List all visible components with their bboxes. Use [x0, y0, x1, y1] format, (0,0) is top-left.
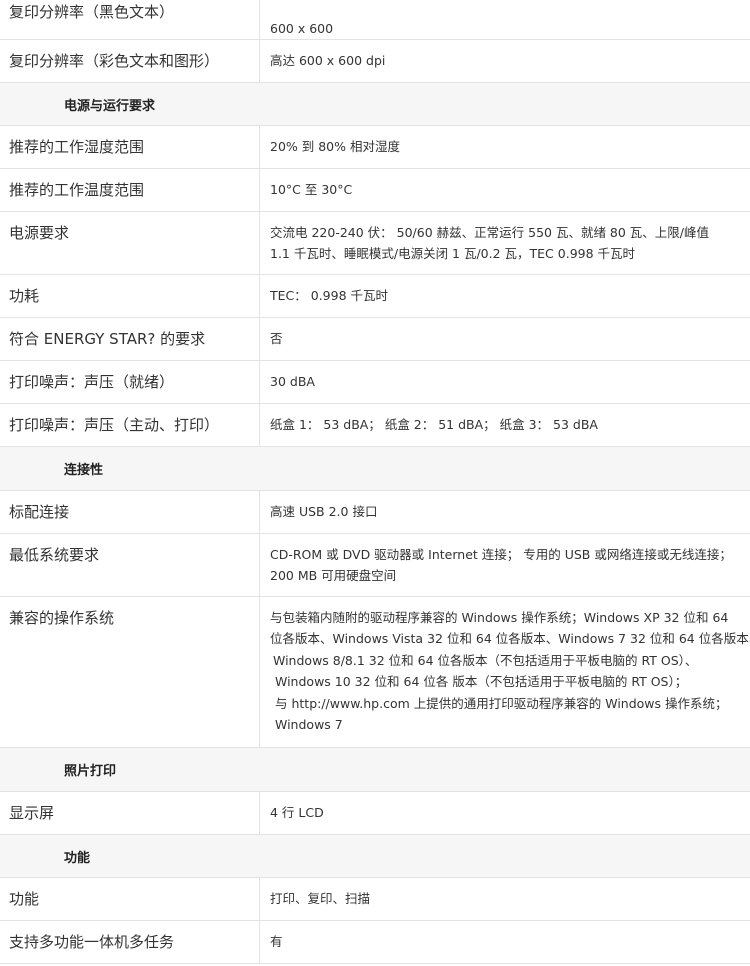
spec-label: 最低系统要求 — [9, 546, 100, 564]
section-header: 照片打印 — [0, 748, 750, 792]
spec-row: 打印噪声：声压（主动、打印） 纸盒 1： 53 dBA； 纸盒 2： 51 dB… — [0, 404, 750, 447]
spec-row: 功能 打印、复印、扫描 — [0, 878, 750, 921]
spec-value: 600 x 600 — [259, 0, 750, 39]
spec-value-line: TEC： 0.998 千瓦时 — [270, 288, 388, 303]
spec-value-line: 与包装箱内随附的驱动程序兼容的 Windows 操作系统；Windows XP … — [270, 610, 729, 625]
spec-row: 打印噪声：声压（就绪） 30 dBA — [0, 361, 750, 404]
spec-value: 30 dBA — [259, 361, 750, 403]
spec-value-line: 4 行 LCD — [270, 805, 324, 820]
spec-value-line: CD-ROM 或 DVD 驱动器或 Internet 连接； 专用的 USB 或… — [270, 547, 732, 562]
spec-value: 20% 到 80% 相对湿度 — [259, 126, 750, 168]
spec-value: 与包装箱内随附的驱动程序兼容的 Windows 操作系统；Windows XP … — [259, 597, 750, 747]
spec-value-line: 纸盒 1： 53 dBA； 纸盒 2： 51 dBA； 纸盒 3： 53 dBA — [270, 417, 598, 432]
section-title: 连接性 — [64, 463, 104, 478]
spec-value-line: Windows 8/8.1 32 位和 64 位各版本（不包括适用于平板电脑的 … — [273, 652, 698, 668]
spec-label: 支持多功能一体机多任务 — [9, 933, 175, 951]
section-title: 功能 — [64, 850, 91, 866]
section-header: 功能 — [0, 835, 750, 878]
spec-label: 复印分辨率（彩色文本和图形） — [9, 52, 220, 70]
spec-value: 高达 600 x 600 dpi — [259, 40, 750, 82]
spec-value-line: 高达 600 x 600 dpi — [270, 53, 386, 68]
spec-value: 否 — [259, 318, 750, 360]
spec-value-line: 打印、复印、扫描 — [270, 891, 371, 906]
spec-label: 电源要求 — [9, 224, 70, 242]
spec-row: 复印分辨率（彩色文本和图形） 高达 600 x 600 dpi — [0, 40, 750, 83]
spec-value: CD-ROM 或 DVD 驱动器或 Internet 连接； 专用的 USB 或… — [259, 534, 750, 596]
spec-row: 符合 ENERGY STAR? 的要求 否 — [0, 318, 750, 361]
spec-row: 支持多功能一体机多任务 有 — [0, 921, 750, 964]
spec-label: 功耗 — [9, 287, 40, 305]
spec-value: TEC： 0.998 千瓦时 — [259, 275, 750, 317]
spec-value-line: 交流电 220-240 伏： 50/60 赫兹、正常运行 550 瓦、就绪 80… — [270, 225, 710, 240]
spec-row: 电源要求 交流电 220-240 伏： 50/60 赫兹、正常运行 550 瓦、… — [0, 212, 750, 275]
spec-row: 推荐的工作温度范围 10°C 至 30°C — [0, 169, 750, 212]
spec-value: 打印、复印、扫描 — [259, 878, 750, 920]
spec-row: 推荐的工作湿度范围 20% 到 80% 相对湿度 — [0, 126, 750, 169]
spec-value-line: Windows 7 — [275, 716, 343, 732]
spec-value-line: 高速 USB 2.0 接口 — [270, 504, 378, 519]
spec-value-line: 与 http://www.hp.com 上提供的通用打印驱动程序兼容的 Wind… — [275, 695, 728, 711]
spec-label: 推荐的工作温度范围 — [9, 181, 145, 199]
spec-row: 显示屏 4 行 LCD — [0, 792, 750, 835]
spec-value: 纸盒 1： 53 dBA； 纸盒 2： 51 dBA； 纸盒 3： 53 dBA — [259, 404, 750, 446]
spec-row: 标配连接 高速 USB 2.0 接口 — [0, 491, 750, 534]
spec-value: 交流电 220-240 伏： 50/60 赫兹、正常运行 550 瓦、就绪 80… — [259, 212, 750, 274]
spec-label: 打印噪声：声压（就绪） — [9, 373, 175, 391]
spec-value-line: 200 MB 可用硬盘空间 — [270, 568, 397, 583]
spec-value: 10°C 至 30°C — [259, 169, 750, 211]
spec-value-line: 600 x 600 — [270, 21, 334, 36]
spec-value-line: 10°C 至 30°C — [270, 182, 353, 197]
spec-value: 高速 USB 2.0 接口 — [259, 491, 750, 533]
spec-value-line: 否 — [270, 331, 283, 346]
spec-value: 有 — [259, 921, 750, 963]
spec-label: 符合 ENERGY STAR? 的要求 — [9, 330, 206, 348]
spec-value-line: 位各版本、Windows Vista 32 位和 64 位各版本、Windows… — [270, 631, 750, 647]
spec-label: 标配连接 — [9, 503, 70, 521]
spec-value-line: Windows 10 32 位和 64 位各 版本（不包括适用于平板电脑的 RT… — [275, 674, 688, 690]
section-title: 照片打印 — [64, 764, 117, 779]
spec-table: 复印分辨率（黑色文本） 600 x 600 复印分辨率（彩色文本和图形） 高达 … — [0, 0, 750, 964]
spec-value-line: 20% 到 80% 相对湿度 — [270, 139, 400, 154]
spec-label: 复印分辨率（黑色文本） — [9, 3, 175, 21]
section-title: 电源与运行要求 — [64, 98, 156, 114]
spec-label: 兼容的操作系统 — [9, 609, 115, 627]
spec-value-line: 30 dBA — [270, 374, 315, 389]
spec-row: 复印分辨率（黑色文本） 600 x 600 — [0, 0, 750, 40]
spec-row: 最低系统要求 CD-ROM 或 DVD 驱动器或 Internet 连接； 专用… — [0, 534, 750, 597]
spec-row: 功耗 TEC： 0.998 千瓦时 — [0, 275, 750, 318]
section-header: 电源与运行要求 — [0, 83, 750, 126]
section-header: 连接性 — [0, 447, 750, 491]
spec-value-line: 有 — [270, 934, 283, 949]
spec-label: 推荐的工作湿度范围 — [9, 138, 145, 156]
spec-label: 显示屏 — [9, 804, 55, 822]
spec-value: 4 行 LCD — [259, 792, 750, 834]
spec-value-line: 1.1 千瓦时、睡眠模式/电源关闭 1 瓦/0.2 瓦，TEC 0.998 千瓦… — [270, 246, 636, 261]
spec-label: 功能 — [9, 890, 40, 908]
spec-row: 兼容的操作系统 与包装箱内随附的驱动程序兼容的 Windows 操作系统；Win… — [0, 597, 750, 748]
spec-label: 打印噪声：声压（主动、打印） — [9, 416, 220, 434]
